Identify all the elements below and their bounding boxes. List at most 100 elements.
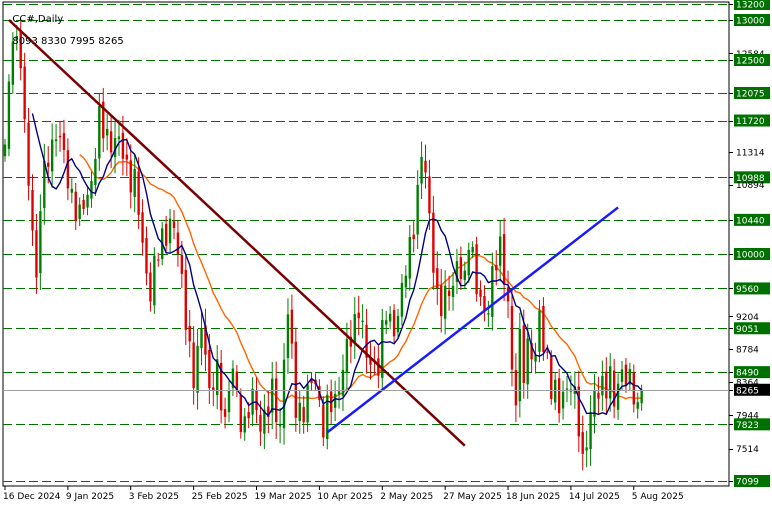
candle-body bbox=[94, 159, 97, 185]
candle-body bbox=[58, 135, 62, 138]
candle-body bbox=[546, 351, 549, 353]
candlestick-chart: 1320013000125841250012075117201131410988… bbox=[0, 0, 772, 506]
candle-body bbox=[554, 379, 557, 403]
candle-body bbox=[7, 81, 11, 149]
candle-body bbox=[39, 211, 42, 274]
candle-body bbox=[184, 269, 187, 330]
candle-body bbox=[601, 375, 604, 396]
candle-body bbox=[589, 412, 592, 450]
candle-body bbox=[294, 341, 298, 418]
candle-body bbox=[70, 188, 74, 193]
y-tick-label: 11720 bbox=[736, 117, 765, 127]
candle-body bbox=[495, 265, 498, 271]
candle-body bbox=[385, 320, 388, 325]
candle-body bbox=[302, 407, 305, 423]
x-tick-label: 10 Apr 2025 bbox=[317, 492, 373, 502]
candle-body bbox=[632, 372, 635, 405]
candle-body bbox=[408, 237, 411, 279]
y-tick-label: 7099 bbox=[736, 478, 759, 488]
candle-body bbox=[463, 270, 467, 281]
candle-body bbox=[396, 316, 400, 333]
candle-body bbox=[271, 378, 274, 413]
x-tick-label: 19 Mar 2025 bbox=[255, 492, 312, 502]
candle-body bbox=[345, 338, 349, 374]
candle-body bbox=[322, 404, 325, 438]
candle-body bbox=[109, 131, 113, 153]
candle-body bbox=[168, 218, 172, 244]
candle-body bbox=[259, 414, 262, 432]
candle-body bbox=[420, 156, 423, 184]
candle-body bbox=[436, 268, 439, 289]
candle-body bbox=[392, 310, 396, 337]
candle-body bbox=[90, 180, 93, 199]
candle-body bbox=[31, 189, 34, 231]
x-tick-label: 16 Dec 2024 bbox=[3, 492, 61, 502]
candle-body bbox=[471, 246, 474, 253]
candle-body bbox=[117, 136, 121, 140]
candle-body bbox=[357, 312, 360, 319]
candle-body bbox=[424, 160, 427, 173]
candle-body bbox=[565, 388, 569, 390]
candle-body bbox=[514, 370, 518, 406]
candle-body bbox=[491, 266, 494, 317]
candle-body bbox=[620, 369, 624, 382]
candle-body bbox=[239, 394, 242, 433]
candle-body bbox=[74, 191, 77, 222]
candle-body bbox=[243, 416, 246, 433]
candle-body bbox=[483, 296, 486, 311]
candle-body bbox=[447, 290, 451, 297]
candle-body bbox=[333, 393, 337, 408]
candle-74 bbox=[294, 327, 298, 432]
candle-body bbox=[137, 171, 140, 215]
candle-body bbox=[510, 305, 514, 370]
candle-body bbox=[274, 378, 278, 423]
candle-body bbox=[98, 106, 101, 159]
chart-header: CC#,Daily 8093 8330 7995 8265 bbox=[6, 3, 123, 47]
candle-body bbox=[133, 168, 136, 197]
candle-body bbox=[341, 369, 345, 396]
y-tick-label: 7823 bbox=[736, 421, 759, 431]
candle-body bbox=[440, 285, 443, 317]
candle-body bbox=[227, 390, 231, 413]
candle-1 bbox=[7, 74, 11, 157]
candle-body bbox=[361, 320, 364, 322]
y-tick-label: 8784 bbox=[736, 346, 759, 356]
candle-body bbox=[550, 356, 553, 399]
candle-body bbox=[581, 432, 584, 454]
candle-body bbox=[412, 234, 415, 240]
candle-body bbox=[86, 194, 89, 208]
candle-body bbox=[467, 250, 470, 276]
candle-body bbox=[121, 132, 125, 159]
candle-body bbox=[11, 41, 15, 85]
candle-body bbox=[200, 328, 203, 349]
candle-body bbox=[337, 391, 341, 395]
candle-body bbox=[105, 128, 109, 136]
y-tick-label: 12075 bbox=[736, 89, 765, 99]
candle-body bbox=[487, 313, 490, 315]
candle-139 bbox=[550, 350, 553, 405]
candle-body bbox=[561, 391, 565, 409]
candle-body bbox=[35, 230, 38, 278]
x-tick-label: 9 Jan 2025 bbox=[66, 492, 114, 502]
candle-body bbox=[353, 314, 356, 342]
y-tick-label: 9560 bbox=[736, 285, 759, 295]
y-tick-label: 8265 bbox=[736, 386, 759, 396]
candle-body bbox=[416, 184, 419, 235]
y-tick-label: 7514 bbox=[736, 445, 759, 455]
candle-body bbox=[66, 150, 70, 189]
y-tick-label: 11314 bbox=[736, 149, 765, 159]
candle-body bbox=[196, 345, 199, 393]
candle-body bbox=[498, 236, 502, 266]
candle-body bbox=[624, 364, 628, 387]
candle-body bbox=[153, 255, 156, 306]
candle-body bbox=[557, 378, 561, 414]
candle-body bbox=[538, 310, 541, 352]
x-tick-label: 25 Feb 2025 bbox=[192, 492, 248, 502]
candle-body bbox=[247, 412, 250, 419]
candle-body bbox=[298, 402, 301, 422]
candle-body bbox=[616, 383, 620, 410]
candle-body bbox=[47, 162, 50, 167]
candle-body bbox=[290, 309, 294, 344]
candle-body bbox=[208, 350, 211, 388]
candle-body bbox=[54, 139, 58, 142]
